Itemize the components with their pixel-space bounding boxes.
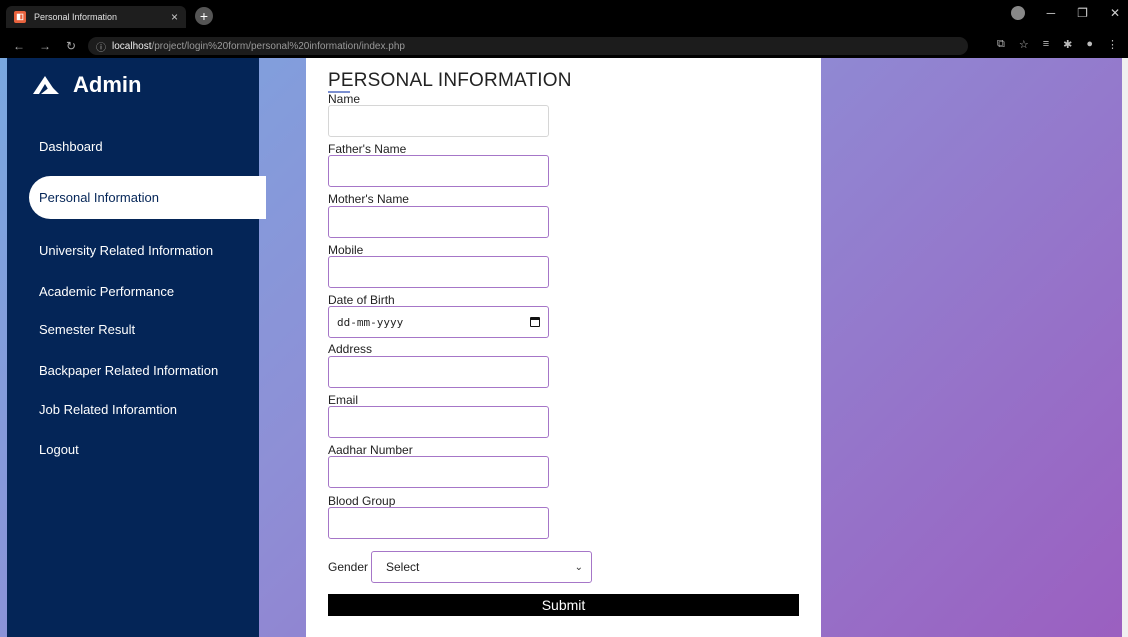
sidebar-item-dashboard[interactable]: Dashboard (39, 139, 103, 154)
mobile-input[interactable] (328, 256, 549, 288)
extension-icons: ⧉ ☆ ≡ ✱ ● ⋮ (997, 38, 1118, 51)
page-background: Admin Dashboard Personal Information Uni… (0, 58, 1128, 637)
blood-group-label: Blood Group (328, 494, 396, 508)
profile-icon[interactable] (1010, 6, 1025, 20)
date-of-birth-input[interactable]: dd-mm-yyyy (328, 306, 549, 338)
address-input[interactable] (328, 356, 549, 388)
menu-icon[interactable]: ⋮ (1107, 38, 1118, 51)
url-path: /project/login%20form/personal%20informa… (151, 40, 405, 52)
chevron-down-icon: ⌄ (574, 561, 583, 573)
mothers-name-label: Mother's Name (328, 192, 409, 206)
gender-label: Gender (328, 560, 369, 574)
tab-title: Personal Information (34, 12, 118, 22)
personal-information-form: PERSONAL INFORMATION Name Father's Name … (306, 58, 821, 637)
translate-icon[interactable]: ⧉ (997, 38, 1005, 51)
calendar-icon[interactable] (530, 317, 540, 327)
name-label: Name (328, 92, 361, 106)
info-icon[interactable]: ⓘ (96, 39, 106, 54)
page-scrollbar[interactable] (1122, 58, 1128, 637)
mothers-name-input[interactable] (328, 206, 549, 238)
aadhar-number-label: Aadhar Number (328, 443, 413, 457)
sidebar: Admin Dashboard Personal Information Uni… (7, 58, 266, 637)
brand-title: Admin (73, 72, 142, 97)
page-title: PERSONAL INFORMATION (328, 70, 572, 91)
close-tab-icon[interactable]: × (171, 10, 178, 24)
blood-group-input[interactable] (328, 507, 549, 539)
reload-icon[interactable]: ↻ (64, 39, 78, 53)
aadhar-number-input[interactable] (328, 456, 549, 488)
address-bar: ← → ↻ ⓘ localhost /project/login%20form/… (0, 34, 1128, 58)
sidebar-item-backpaper-related-information[interactable]: Backpaper Related Information (39, 363, 218, 378)
brand-logo-icon (33, 76, 59, 94)
submit-button[interactable]: Submit (328, 594, 799, 616)
url-host: localhost (112, 40, 152, 52)
new-tab-button[interactable]: + (195, 7, 213, 25)
avatar-icon[interactable]: ● (1086, 38, 1093, 51)
minimize-icon[interactable]: ─ (1047, 6, 1056, 20)
date-placeholder: dd-mm-yyyy (337, 315, 404, 329)
date-of-birth-label: Date of Birth (328, 293, 395, 307)
name-input[interactable] (328, 105, 549, 137)
url-input[interactable]: ⓘ localhost /project/login%20form/person… (88, 37, 968, 55)
fathers-name-label: Father's Name (328, 142, 407, 156)
star-icon[interactable]: ☆ (1019, 38, 1029, 51)
brand: Admin (31, 72, 141, 98)
window-controls: ─ ❐ ✕ (1010, 6, 1120, 20)
sidebar-item-logout[interactable]: Logout (39, 442, 79, 457)
favicon-icon: ◧ (14, 11, 26, 23)
close-window-icon[interactable]: ✕ (1110, 6, 1120, 20)
sidebar-item-job-related-information[interactable]: Job Related Inforamtion (39, 402, 177, 417)
sidebar-item-semester-result[interactable]: Semester Result (39, 322, 135, 337)
fathers-name-input[interactable] (328, 155, 549, 187)
address-label: Address (328, 342, 373, 356)
mobile-label: Mobile (328, 243, 364, 257)
extensions-icon[interactable]: ✱ (1063, 38, 1072, 51)
email-label: Email (328, 393, 359, 407)
forward-icon[interactable]: → (38, 39, 52, 53)
browser-tab[interactable]: ◧ Personal Information × (6, 6, 186, 28)
sidebar-item-university-related-information[interactable]: University Related Information (39, 243, 213, 258)
maximize-icon[interactable]: ❐ (1077, 6, 1088, 20)
gender-select[interactable]: Select ⌄ (371, 551, 592, 583)
sidebar-item-personal-information[interactable]: Personal Information (29, 176, 266, 219)
reading-list-icon[interactable]: ≡ (1043, 38, 1049, 51)
email-input[interactable] (328, 406, 549, 438)
sidebar-item-academic-performance[interactable]: Academic Performance (39, 284, 174, 299)
gender-selected-value: Select (386, 560, 420, 574)
back-icon[interactable]: ← (12, 39, 26, 53)
browser-tab-bar: ◧ Personal Information × + ─ ❐ ✕ (0, 0, 1128, 34)
